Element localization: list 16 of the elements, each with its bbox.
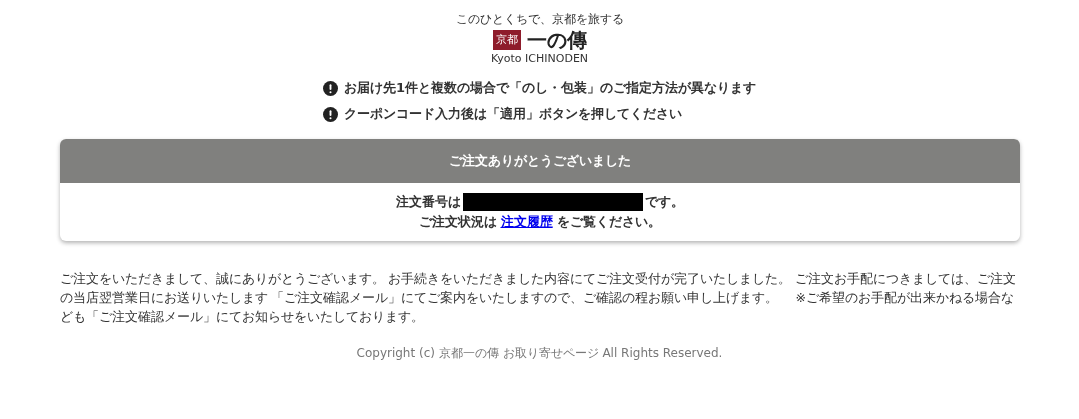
order-suffix: です。 <box>644 193 684 211</box>
notice-text: お届け先1件と複数の場合で「のし・包装」のご指定方法が異なります <box>343 79 756 97</box>
logo-name: 一の傳 <box>526 29 587 51</box>
thank-you-message: ご注文をいただきまして、誠にありがとうございます。 お手続きをいただきました内容にてご注文受付が完了いたしました。 ご注文お手配につきましては、ご注文の当店翌営業日にお送りいたします 「ご注文確認メール」にてご案内をいたしますので、ご確認の程お願い申し上げます。 ※ご希望のお手配が出来かねる場合なども「ご注文確認メール」にてお知らせをいたしております。 <box>59 270 1018 326</box>
order-label: 注文番号は <box>395 193 461 211</box>
status-prefix: ご注文状況は <box>418 213 497 231</box>
exclamation-icon <box>322 80 338 96</box>
exclamation-icon <box>322 106 338 122</box>
notice-text: クーポンコード入力後は「適用」ボタンを押してください <box>343 105 682 123</box>
order-history-link[interactable]: 注文履歴 <box>500 212 553 232</box>
card-title: ご注文ありがとうございました <box>448 152 631 171</box>
status-suffix: をご覧ください。 <box>556 213 661 231</box>
copyright-text: Copyright (c) 京都一の傳 お取り寄せページ All Rights Reserved. <box>356 345 723 362</box>
logo-tagline: このひとくちで、京都を旅する <box>455 12 624 26</box>
logo-badge: 京都 <box>492 30 521 50</box>
logo-romaji: Kyoto ICHINODEN <box>490 52 589 65</box>
